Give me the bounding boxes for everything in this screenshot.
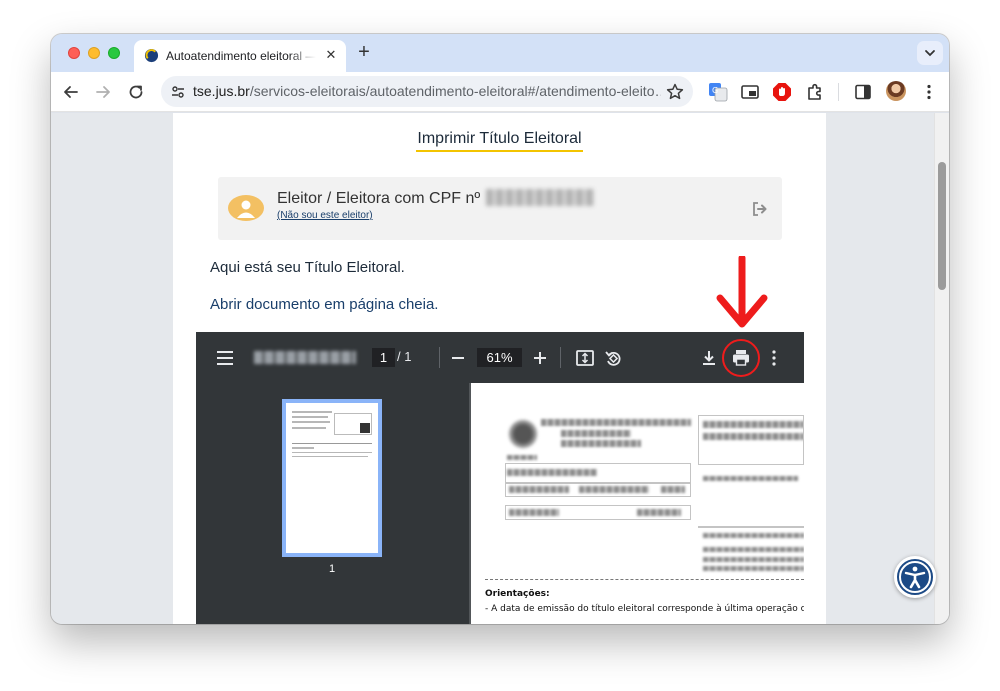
user-avatar-icon <box>228 195 264 221</box>
coat-of-arms-seal <box>509 420 537 448</box>
cpf-redacted <box>486 189 595 206</box>
not-me-link[interactable]: (Não sou este eleitor) <box>277 210 373 221</box>
url-domain: tse.jus.br <box>193 83 250 99</box>
red-down-arrow-icon <box>716 256 768 328</box>
pdf-toolbar: 1 / 1 61% <box>196 332 804 383</box>
pdf-thumbnail-pane: 1 <box>196 383 469 624</box>
open-full-page-link[interactable]: Abrir documento em página cheia. <box>210 296 438 313</box>
thumb-qr <box>360 423 370 433</box>
adblock-extension-icon[interactable] <box>772 82 792 102</box>
vertical-scrollbar[interactable] <box>934 113 949 624</box>
extensions-puzzle-icon[interactable] <box>805 82 825 102</box>
doc-cut-line <box>485 579 804 580</box>
thumbnail-page-number: 1 <box>328 563 336 575</box>
forward-arrow-icon[interactable] <box>92 81 114 103</box>
title-bar: Autoatendimento eleitoral — Tribunal Sup… <box>51 34 949 72</box>
zoom-window-button[interactable] <box>108 47 120 59</box>
pdf-more-options-icon[interactable] <box>763 347 785 369</box>
download-icon[interactable] <box>698 347 720 369</box>
browser-toolbar: tse.jus.br/servicos-eleitorais/autoatend… <box>51 72 949 112</box>
picture-in-picture-icon[interactable] <box>740 82 760 102</box>
svg-text:G: G <box>712 86 718 95</box>
title-ready-message: Aqui está seu Título Eleitoral. <box>210 259 405 276</box>
orientation-title: Orientações: <box>485 589 550 599</box>
reload-icon[interactable] <box>125 81 147 103</box>
address-bar[interactable]: tse.jus.br/servicos-eleitorais/autoatend… <box>161 76 693 107</box>
page-viewport: Imprimir Título Eleitoral Eleitor / Elei… <box>51 113 949 624</box>
browser-window: Autoatendimento eleitoral — Tribunal Sup… <box>51 34 949 624</box>
google-translate-icon[interactable]: G <box>708 82 728 102</box>
print-highlight-circle <box>722 339 760 377</box>
pdf-menu-icon[interactable] <box>214 347 236 369</box>
side-panel-icon[interactable] <box>853 82 873 102</box>
tse-favicon-icon <box>144 48 159 63</box>
pdf-zoom-input[interactable]: 61% <box>477 348 522 367</box>
url-path: /servicos-eleitorais/autoatendimento-ele… <box>249 83 661 99</box>
close-window-button[interactable] <box>68 47 80 59</box>
bookmark-star-icon[interactable] <box>665 82 685 102</box>
orientation-text: - A data de emissão do título eleitoral … <box>485 604 804 614</box>
accessibility-person-icon <box>899 561 931 593</box>
zoom-in-icon[interactable] <box>529 347 551 369</box>
site-settings-icon[interactable] <box>169 83 187 101</box>
chevron-down-icon <box>925 50 935 57</box>
pdf-filename-redacted <box>254 351 356 364</box>
profile-avatar[interactable] <box>886 81 906 101</box>
voter-label: Eleitor / Eleitora com CPF nº <box>277 189 595 208</box>
browser-tab-active[interactable]: Autoatendimento eleitoral — Tribunal Sup… <box>134 40 346 72</box>
browser-menu-icon[interactable] <box>919 82 939 102</box>
pdf-toolbar-separator <box>560 347 561 368</box>
pdf-page-total: / 1 <box>397 349 412 364</box>
scrollbar-thumb[interactable] <box>938 162 946 290</box>
accessibility-button[interactable] <box>894 556 936 598</box>
toolbar-separator <box>838 83 839 101</box>
tab-search-button[interactable] <box>917 41 943 65</box>
pdf-page-input[interactable]: 1 <box>372 348 395 367</box>
tab-title: Autoatendimento eleitoral — Tribunal Sup… <box>166 49 316 63</box>
rotate-icon[interactable] <box>602 347 624 369</box>
new-tab-button[interactable]: + <box>353 42 375 64</box>
doc-field-box <box>698 415 804 465</box>
pdf-toolbar-separator <box>439 347 440 368</box>
logout-icon[interactable] <box>751 200 769 218</box>
tab-close-icon[interactable]: ✕ <box>322 46 340 64</box>
minimize-window-button[interactable] <box>88 47 100 59</box>
main-content: Imprimir Título Eleitoral Eleitor / Elei… <box>173 113 826 624</box>
zoom-out-icon[interactable] <box>447 347 469 369</box>
doc-rule <box>698 526 804 528</box>
voter-label-text: Eleitor / Eleitora com CPF nº <box>277 190 481 207</box>
page-thumbnail[interactable] <box>282 399 382 557</box>
back-arrow-icon[interactable] <box>60 81 82 103</box>
pdf-page-view: Orientações: - A data de emissão do títu… <box>471 383 804 624</box>
page-title: Imprimir Título Eleitoral <box>173 130 826 152</box>
url-text: tse.jus.br/servicos-eleitorais/autoatend… <box>193 83 661 99</box>
fit-to-page-icon[interactable] <box>574 347 596 369</box>
page-title-text: Imprimir Título Eleitoral <box>416 130 583 152</box>
pdf-viewer: 1 / 1 61% 1 Orientações: - A data de emi… <box>196 332 804 624</box>
voter-card: Eleitor / Eleitora com CPF nº (Não sou e… <box>218 177 782 240</box>
